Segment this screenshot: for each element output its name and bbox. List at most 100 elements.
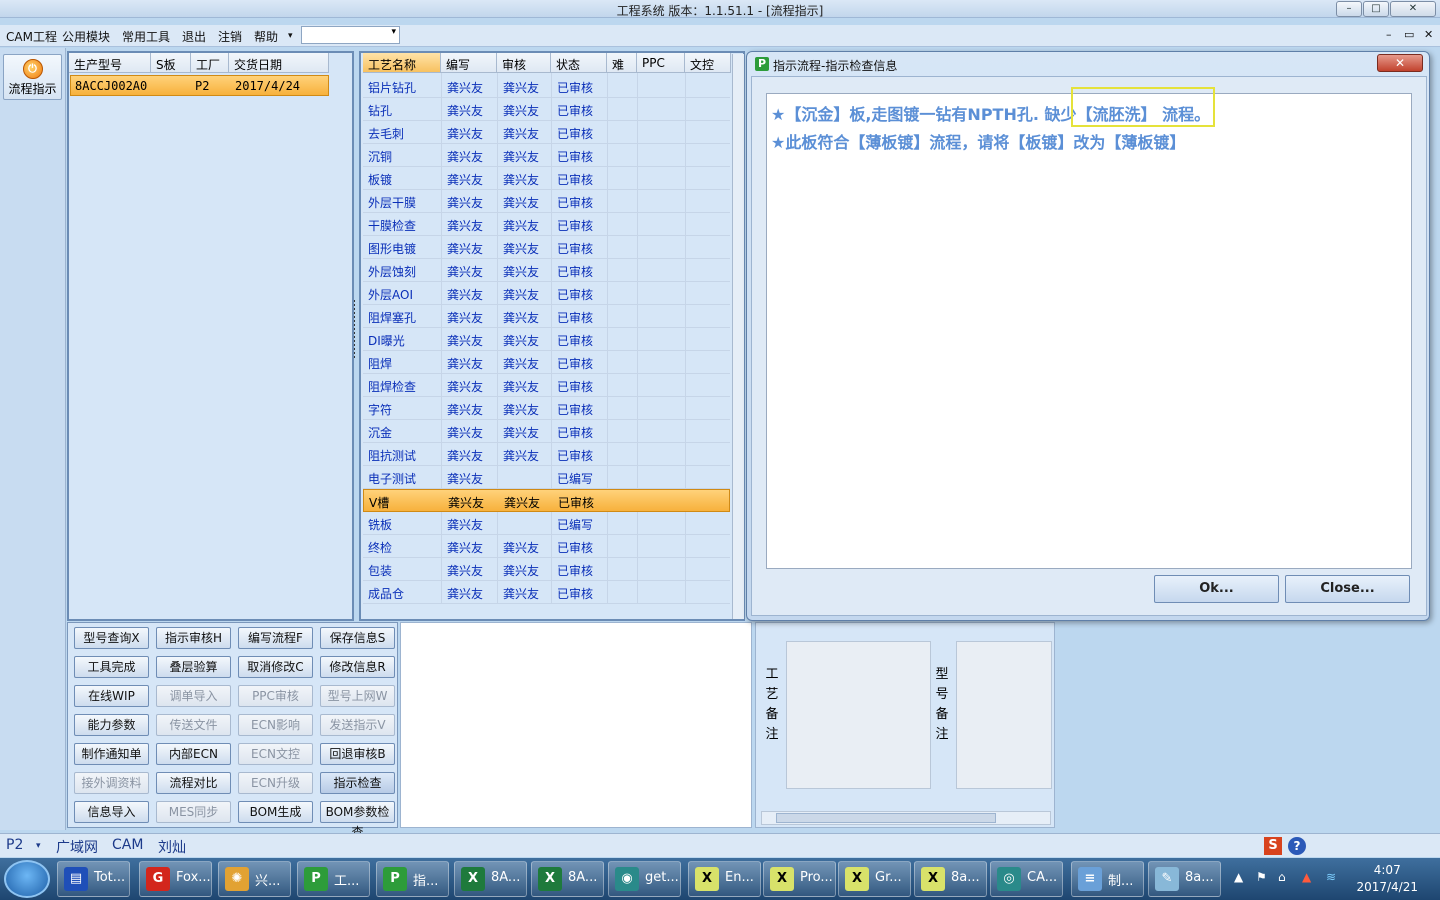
- table-row[interactable]: 干膜检查 龚兴友 龚兴友 已审核: [363, 213, 730, 236]
- table-row[interactable]: 包装 龚兴友 龚兴友 已审核: [363, 558, 730, 581]
- network-icon[interactable]: ⌂: [1278, 870, 1286, 884]
- action-button-1-3[interactable]: 修改信息R: [320, 656, 395, 678]
- col-header-s-board[interactable]: S板: [151, 53, 191, 73]
- taskbar-item[interactable]: ≡ 制...: [1071, 861, 1144, 897]
- action-button-3-1[interactable]: 传送文件: [156, 714, 231, 736]
- dialog-close-button[interactable]: ✕: [1377, 54, 1423, 72]
- help-arrow-icon[interactable]: ▾: [288, 31, 293, 41]
- factory-selector[interactable]: P2: [6, 837, 23, 853]
- action-button-4-0[interactable]: 制作通知单: [74, 743, 149, 765]
- flow-instruction-button[interactable]: ⏻ 流程指示: [3, 54, 62, 100]
- menu-exit[interactable]: 退出: [182, 28, 206, 45]
- start-button[interactable]: [4, 860, 50, 898]
- close-dialog-button[interactable]: Close...: [1285, 575, 1410, 603]
- taskbar-item[interactable]: ✺ 兴...: [218, 861, 291, 897]
- ok-button[interactable]: Ok...: [1154, 575, 1279, 603]
- table-row[interactable]: V槽 龚兴友 龚兴友 已审核: [363, 489, 730, 512]
- col-header-difficulty[interactable]: 难: [607, 53, 637, 73]
- menu-help[interactable]: 帮助: [254, 28, 278, 45]
- table-row[interactable]: 铣板 龚兴友 已编写: [363, 512, 730, 535]
- chevron-down-icon[interactable]: ▾: [36, 841, 41, 851]
- action-button-3-2[interactable]: ECN影响: [238, 714, 313, 736]
- notes-hscrollbar[interactable]: [761, 811, 1051, 825]
- flag-icon[interactable]: ⚑: [1256, 870, 1267, 884]
- check-message-area[interactable]: ★【沉金】板,走图镀一钻有NPTH孔. 缺少【流胚洗】 流程。 ★此板符合【薄板…: [766, 87, 1412, 569]
- taskbar-item[interactable]: ◉ get...: [608, 861, 681, 897]
- table-row[interactable]: 阻焊检查 龚兴友 龚兴友 已审核: [363, 374, 730, 397]
- col-header-ppc[interactable]: PPC: [637, 53, 685, 73]
- table-row[interactable]: 沉铜 龚兴友 龚兴友 已审核: [363, 144, 730, 167]
- taskbar-item[interactable]: P 指...: [376, 861, 449, 897]
- action-button-4-1[interactable]: 内部ECN: [156, 743, 231, 765]
- table-row[interactable]: 阻抗测试 龚兴友 龚兴友 已审核: [363, 443, 730, 466]
- taskbar-item[interactable]: X Gr...: [838, 861, 911, 897]
- action-button-3-0[interactable]: 能力参数: [74, 714, 149, 736]
- action-button-2-1[interactable]: 调单导入: [156, 685, 231, 707]
- table-row[interactable]: 字符 龚兴友 龚兴友 已审核: [363, 397, 730, 420]
- table-row[interactable]: 板镀 龚兴友 龚兴友 已审核: [363, 167, 730, 190]
- process-scrollbar[interactable]: [732, 54, 744, 619]
- action-button-4-2[interactable]: ECN文控: [238, 743, 313, 765]
- mdi-restore-button[interactable]: ▭: [1404, 28, 1414, 41]
- action-button-1-0[interactable]: 工具完成: [74, 656, 149, 678]
- taskbar-item[interactable]: ✎ 8a...: [1148, 861, 1221, 897]
- col-header-model[interactable]: 生产型号: [69, 53, 151, 73]
- help-icon[interactable]: ?: [1288, 837, 1306, 855]
- table-row[interactable]: 外层干膜 龚兴友 龚兴友 已审核: [363, 190, 730, 213]
- action-button-5-3[interactable]: 指示检查: [320, 772, 395, 794]
- taskbar-item[interactable]: X En...: [688, 861, 761, 897]
- col-header-reviewer[interactable]: 审核: [497, 53, 551, 73]
- tray-expand-icon[interactable]: ▲: [1234, 870, 1243, 884]
- maximize-button[interactable]: □: [1363, 1, 1389, 17]
- table-row[interactable]: 终检 龚兴友 龚兴友 已审核: [363, 535, 730, 558]
- wifi-icon[interactable]: ≋: [1326, 870, 1336, 884]
- taskbar-item[interactable]: ◎ CA...: [990, 861, 1063, 897]
- col-header-doc-control[interactable]: 文控: [685, 53, 731, 73]
- action-button-6-0[interactable]: 信息导入: [74, 801, 149, 823]
- action-button-2-0[interactable]: 在线WIP: [74, 685, 149, 707]
- chevron-down-icon[interactable]: ▾: [391, 27, 396, 37]
- action-button-0-0[interactable]: 型号查询X: [74, 627, 149, 649]
- minimize-button[interactable]: –: [1336, 1, 1362, 17]
- table-row[interactable]: 阻焊 龚兴友 龚兴友 已审核: [363, 351, 730, 374]
- menu-common-tools[interactable]: 常用工具: [122, 28, 170, 45]
- action-button-6-2[interactable]: BOM生成: [238, 801, 313, 823]
- action-button-0-2[interactable]: 编写流程F: [238, 627, 313, 649]
- action-button-3-3[interactable]: 发送指示V: [320, 714, 395, 736]
- splitter-handle[interactable]: [352, 300, 357, 360]
- action-button-5-1[interactable]: 流程对比: [156, 772, 231, 794]
- action-button-0-1[interactable]: 指示审核H: [156, 627, 231, 649]
- action-button-1-2[interactable]: 取消修改C: [238, 656, 313, 678]
- clock[interactable]: 4:07 2017/4/21: [1356, 862, 1418, 896]
- taskbar-item[interactable]: X 8a...: [914, 861, 987, 897]
- mdi-minimize-button[interactable]: –: [1386, 28, 1392, 41]
- action-button-2-2[interactable]: PPC审核: [238, 685, 313, 707]
- mdi-close-button[interactable]: ✕: [1424, 28, 1433, 41]
- menu-cam[interactable]: CAM工程: [6, 28, 57, 45]
- table-row[interactable]: 电子测试 龚兴友 已编写: [363, 466, 730, 489]
- app-tray-icon[interactable]: ▲: [1302, 870, 1311, 884]
- taskbar-item[interactable]: G Fox...: [139, 861, 212, 897]
- action-button-5-2[interactable]: ECN升级: [238, 772, 313, 794]
- action-button-6-1[interactable]: MES同步: [156, 801, 231, 823]
- menu-common-modules[interactable]: 公用模块: [62, 28, 110, 45]
- table-row[interactable]: 铝片钻孔 龚兴友 龚兴友 已审核: [363, 75, 730, 98]
- taskbar-item[interactable]: X Pro...: [763, 861, 836, 897]
- table-row[interactable]: DI曝光 龚兴友 龚兴友 已审核: [363, 328, 730, 351]
- table-row[interactable]: 外层AOI 龚兴友 龚兴友 已审核: [363, 282, 730, 305]
- toolbar-combo[interactable]: ▾: [301, 26, 400, 44]
- taskbar-item[interactable]: X 8A...: [454, 861, 527, 897]
- action-button-4-3[interactable]: 回退审核B: [320, 743, 395, 765]
- col-header-status[interactable]: 状态: [551, 53, 607, 73]
- col-header-factory[interactable]: 工厂: [191, 53, 229, 73]
- table-row[interactable]: 沉金 龚兴友 龚兴友 已审核: [363, 420, 730, 443]
- table-row[interactable]: 外层蚀刻 龚兴友 龚兴友 已审核: [363, 259, 730, 282]
- menu-logout[interactable]: 注销: [218, 28, 242, 45]
- action-button-5-0[interactable]: 接外调资料: [74, 772, 149, 794]
- table-row[interactable]: 8ACCJ002A0 P2 2017/4/24: [70, 75, 329, 96]
- col-header-writer[interactable]: 编写: [441, 53, 497, 73]
- taskbar-item[interactable]: X 8A...: [531, 861, 604, 897]
- col-header-delivery-date[interactable]: 交货日期: [229, 53, 329, 73]
- taskbar-item[interactable]: P 工...: [297, 861, 370, 897]
- table-row[interactable]: 钻孔 龚兴友 龚兴友 已审核: [363, 98, 730, 121]
